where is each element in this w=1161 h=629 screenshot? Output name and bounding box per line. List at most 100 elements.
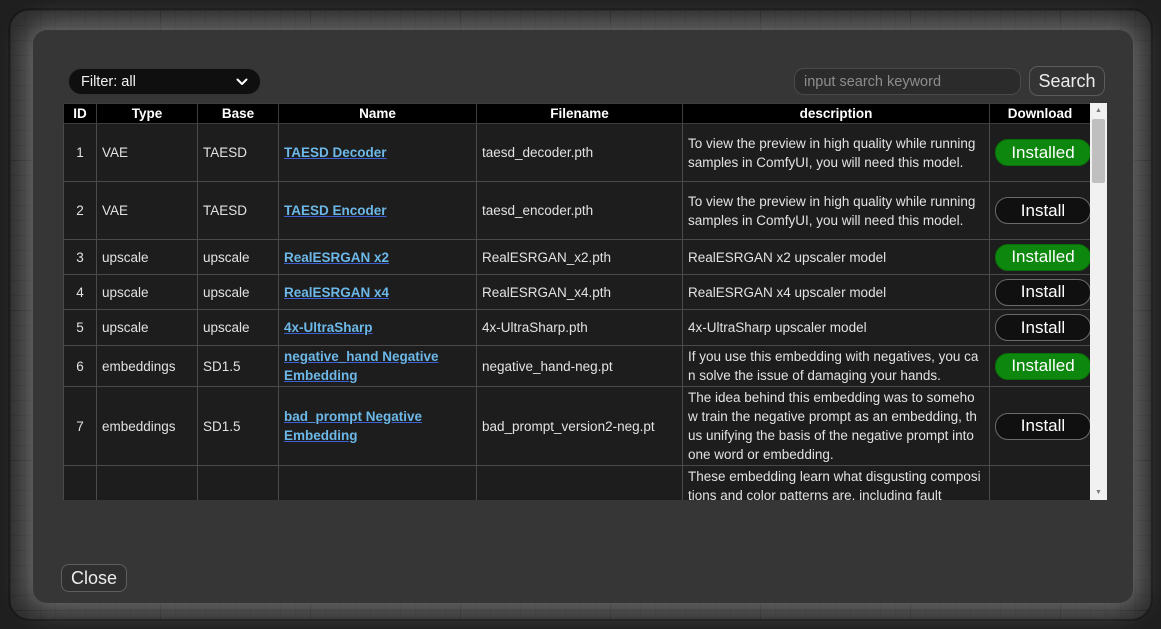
table-row: 5upscaleupscale4x-UltraSharp4x-UltraShar… — [64, 310, 1091, 346]
cell-filename: bad_prompt_version2-neg.pt — [477, 387, 683, 466]
column-header-base: Base — [198, 104, 279, 124]
close-button[interactable]: Close — [61, 564, 127, 592]
cell-name: RealESRGAN x2 — [279, 240, 477, 275]
cell-description: The idea behind this embedding was to so… — [683, 387, 990, 466]
search-button[interactable]: Search — [1029, 66, 1105, 96]
cell-filename: RealESRGAN_x4.pth — [477, 275, 683, 310]
column-header-id: ID — [64, 104, 97, 124]
cell-name: TAESD Decoder — [279, 124, 477, 182]
cell-download: Install — [990, 387, 1091, 466]
column-header-type: Type — [97, 104, 198, 124]
cell-name: TAESD Encoder — [279, 182, 477, 240]
table-header-row: IDTypeBaseNameFilenamedescriptionDownloa… — [64, 104, 1091, 124]
model-name-link[interactable]: TAESD Encoder — [284, 203, 387, 218]
cell-description: If you use this embedding with negatives… — [683, 346, 990, 387]
cell-base — [198, 466, 279, 501]
install-button[interactable]: Install — [995, 279, 1091, 306]
cell-id: 1 — [64, 124, 97, 182]
cell-download — [990, 466, 1091, 501]
scrollbar-thumb[interactable] — [1092, 119, 1105, 183]
chevron-down-icon — [236, 78, 248, 86]
installed-button[interactable]: Installed — [995, 353, 1091, 380]
model-name-link[interactable]: TAESD Decoder — [284, 145, 387, 160]
cell-base: SD1.5 — [198, 346, 279, 387]
cell-type: VAE — [97, 182, 198, 240]
table-row: 6embeddingsSD1.5negative_hand Negative E… — [64, 346, 1091, 387]
table-row: 7embeddingsSD1.5bad_prompt Negative Embe… — [64, 387, 1091, 466]
cell-base: SD1.5 — [198, 387, 279, 466]
install-button[interactable]: Install — [995, 314, 1091, 341]
search-input[interactable] — [794, 68, 1021, 95]
cell-download: Installed — [990, 124, 1091, 182]
model-name-link[interactable]: negative_hand Negative Embedding — [284, 349, 439, 383]
column-header-description: description — [683, 104, 990, 124]
cell-type — [97, 466, 198, 501]
cell-name: negative_hand Negative Embedding — [279, 346, 477, 387]
cell-description: To view the preview in high quality whil… — [683, 124, 990, 182]
table-row: 1VAETAESD TAESD Decoder taesd_decoder.pthT… — [64, 124, 1091, 182]
filter-select-value: Filter: all — [81, 74, 136, 90]
install-models-dialog: Filter: all Search IDTypeBaseNameFilenam… — [33, 30, 1133, 603]
cell-base: upscale — [198, 310, 279, 346]
cell-description: 4x-UltraSharp upscaler model — [683, 310, 990, 346]
model-name-link[interactable]: RealESRGAN x4 — [284, 285, 389, 300]
model-name-link[interactable]: 4x-UltraSharp — [284, 320, 373, 335]
column-header-filename: Filename — [477, 104, 683, 124]
installed-button[interactable]: Installed — [995, 139, 1091, 166]
cell-description: RealESRGAN x4 upscaler model — [683, 275, 990, 310]
model-name-link[interactable]: bad_prompt Negative Embedding — [284, 409, 422, 443]
cell-id: 5 — [64, 310, 97, 346]
cell-type: upscale — [97, 310, 198, 346]
cell-download: Install — [990, 182, 1091, 240]
cell-id: 2 — [64, 182, 97, 240]
table-scrollbar[interactable]: ▲ ▼ — [1090, 103, 1107, 500]
cell-description: RealESRGAN x2 upscaler model — [683, 240, 990, 275]
scrollbar-up-icon[interactable]: ▲ — [1090, 103, 1107, 118]
cell-type: embeddings — [97, 387, 198, 466]
cell-download: Installed — [990, 240, 1091, 275]
cell-base: TAESD — [198, 124, 279, 182]
cell-name: bad_prompt Negative Embedding — [279, 387, 477, 466]
cell-id: 6 — [64, 346, 97, 387]
cell-base: upscale — [198, 275, 279, 310]
cell-id — [64, 466, 97, 501]
table-row: These embedding learn what disgusting co… — [64, 466, 1091, 501]
cell-type: embeddings — [97, 346, 198, 387]
install-button[interactable]: Install — [995, 197, 1091, 224]
cell-filename: taesd_encoder.pth — [477, 182, 683, 240]
install-button[interactable]: Install — [995, 413, 1091, 440]
cell-description: These embedding learn what disgusting co… — [683, 466, 990, 501]
cell-type: VAE — [97, 124, 198, 182]
column-header-name: Name — [279, 104, 477, 124]
cell-id: 7 — [64, 387, 97, 466]
cell-filename: taesd_decoder.pth — [477, 124, 683, 182]
filter-select[interactable]: Filter: all — [68, 68, 261, 95]
table-row: 3upscaleupscaleRealESRGAN x2RealESRGAN_x… — [64, 240, 1091, 275]
cell-id: 4 — [64, 275, 97, 310]
cell-type: upscale — [97, 275, 198, 310]
cell-base: TAESD — [198, 182, 279, 240]
cell-filename — [477, 466, 683, 501]
model-table: IDTypeBaseNameFilenamedescriptionDownloa… — [63, 103, 1091, 500]
cell-filename: negative_hand-neg.pt — [477, 346, 683, 387]
cell-download: Installed — [990, 346, 1091, 387]
cell-download: Install — [990, 275, 1091, 310]
column-header-download: Download — [990, 104, 1091, 124]
cell-id: 3 — [64, 240, 97, 275]
cell-type: upscale — [97, 240, 198, 275]
cell-name — [279, 466, 477, 501]
cell-filename: 4x-UltraSharp.pth — [477, 310, 683, 346]
table-row: 4upscaleupscaleRealESRGAN x4RealESRGAN_x… — [64, 275, 1091, 310]
cell-description: To view the preview in high quality whil… — [683, 182, 990, 240]
cell-name: 4x-UltraSharp — [279, 310, 477, 346]
model-table-body: 1VAETAESDTAESD Decodertaesd_decoder.pthT… — [64, 124, 1091, 501]
model-name-link[interactable]: RealESRGAN x2 — [284, 250, 389, 265]
table-row: 2VAETAESD TAESD Encoder taesd_encoder.pthT… — [64, 182, 1091, 240]
cell-base: upscale — [198, 240, 279, 275]
cell-name: RealESRGAN x4 — [279, 275, 477, 310]
cell-download: Install — [990, 310, 1091, 346]
scrollbar-down-icon[interactable]: ▼ — [1090, 485, 1107, 500]
model-table-area: IDTypeBaseNameFilenamedescriptionDownloa… — [63, 103, 1107, 500]
cell-filename: RealESRGAN_x2.pth — [477, 240, 683, 275]
installed-button[interactable]: Installed — [995, 244, 1091, 271]
